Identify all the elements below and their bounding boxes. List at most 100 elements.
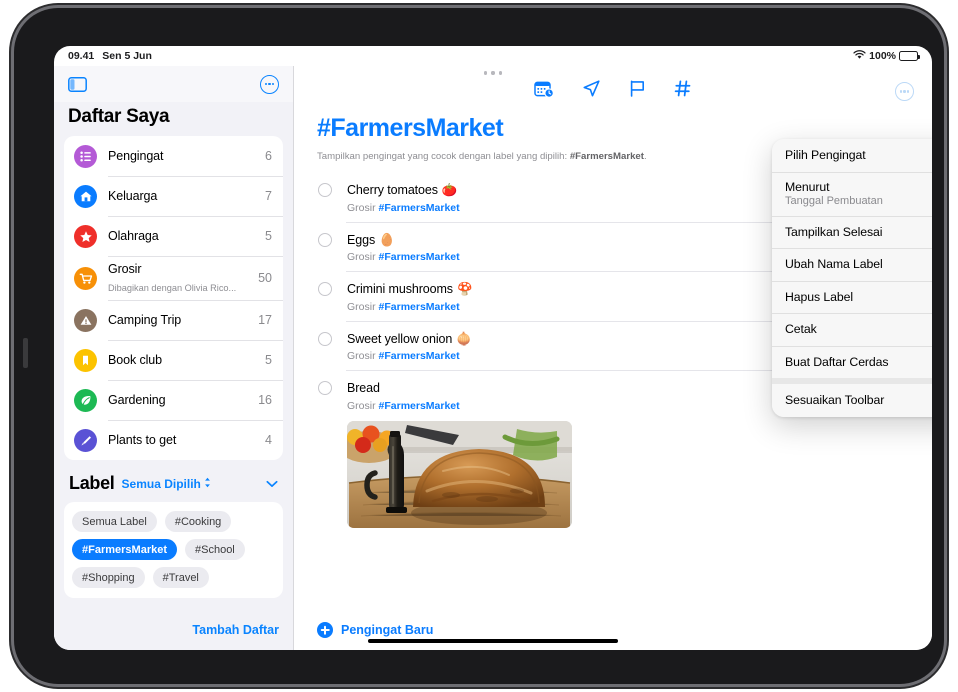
sidebar-item-keluarga[interactable]: Keluarga 7 bbox=[64, 176, 283, 216]
sidebar-item-olahraga[interactable]: Olahraga 5 bbox=[64, 216, 283, 256]
sidebar-item-label: Plants to get bbox=[108, 433, 177, 447]
reminder-checkbox[interactable] bbox=[318, 282, 332, 296]
status-bar-left: 09.41 Sen 5 Jun bbox=[68, 50, 152, 62]
menu-item-buat-daftar-cerdas[interactable]: Buat Daftar Cerdas bbox=[772, 345, 932, 378]
reminder-title: Crimini mushrooms 🍄 bbox=[347, 282, 473, 296]
chevron-down-icon[interactable] bbox=[266, 475, 278, 493]
detail-subtitle-suffix: . bbox=[643, 151, 647, 162]
reminder-title: Bread bbox=[347, 381, 384, 395]
menu-item-title: Cetak bbox=[785, 322, 817, 337]
reminder-tag: #FarmersMarket bbox=[378, 201, 460, 214]
menu-item-label: Pilih Pengingat bbox=[785, 148, 931, 162]
sidebar-item-label: Camping Trip bbox=[108, 313, 182, 327]
star-icon bbox=[74, 224, 97, 248]
sidebar-item-grosir[interactable]: Grosir Dibagikan dengan Olivia Rico... 5… bbox=[64, 256, 283, 300]
reminder-checkbox[interactable] bbox=[318, 232, 332, 247]
flag-icon[interactable] bbox=[629, 79, 646, 103]
tag-cooking[interactable]: #Cooking bbox=[164, 511, 232, 532]
label-tags-card: Semua Label #Cooking #FarmersMarket #Sch… bbox=[64, 502, 283, 598]
sidebar-scroll-area[interactable]: Daftar Saya Pengingat 6 Keluarga 7 Olahr… bbox=[54, 102, 293, 610]
tag-travel[interactable]: #Travel bbox=[152, 567, 209, 588]
new-reminder-label: Pengingat Baru bbox=[341, 623, 434, 637]
sidebar-item-plants-to-get[interactable]: Plants to get 4 bbox=[64, 420, 283, 460]
reminder-tag: #FarmersMarket bbox=[378, 300, 460, 313]
reminder-title: Sweet yellow onion 🧅 bbox=[347, 332, 472, 346]
lists-card: Pengingat 6 Keluarga 7 Olahraga 5 Grosir… bbox=[64, 136, 283, 460]
sidebar-item-gardening[interactable]: Gardening 16 bbox=[64, 380, 283, 420]
detail-more-button[interactable] bbox=[895, 82, 914, 101]
reminder-title-text: Crimini mushrooms bbox=[347, 282, 453, 296]
reminder-title-text: Sweet yellow onion bbox=[347, 331, 453, 346]
status-time: 09.41 bbox=[68, 50, 95, 62]
list-text: Gardening bbox=[108, 391, 252, 409]
menu-item-sesuaikan-toolbar[interactable]: Sesuaikan Toolbar bbox=[772, 384, 932, 417]
reminder-checkbox[interactable] bbox=[318, 183, 332, 197]
reminder-title: Eggs 🥚 bbox=[347, 233, 395, 247]
menu-item-subtitle: Tanggal Pembuatan bbox=[785, 195, 883, 207]
battery-icon bbox=[899, 51, 920, 61]
list-text: Book club bbox=[108, 351, 259, 369]
calendar-clock-icon[interactable] bbox=[533, 80, 554, 103]
sidebar-item-book-club[interactable]: Book club 5 bbox=[64, 340, 283, 380]
reminder-checkbox[interactable] bbox=[318, 381, 332, 395]
leaf-icon bbox=[74, 388, 97, 412]
menu-item-label: Menurut Tanggal Pembuatan bbox=[785, 180, 923, 207]
ipad-device-frame: 09.41 Sen 5 Jun 100% Daftar Saya Penging… bbox=[14, 8, 944, 684]
sidebar-item-label: Keluarga bbox=[108, 189, 158, 203]
list-text: Plants to get bbox=[108, 431, 259, 449]
menu-item-ubah-nama-label[interactable]: Ubah Nama Label bbox=[772, 248, 932, 281]
sidebar-item-label: Pengingat bbox=[108, 149, 164, 163]
split-divider bbox=[293, 66, 294, 650]
menu-item-menurut[interactable]: Menurut Tanggal Pembuatan › bbox=[772, 171, 932, 216]
reminder-list-name: Grosir bbox=[347, 300, 376, 313]
sidebar-item-count: 7 bbox=[265, 189, 272, 203]
menu-item-title: Sesuaikan Toolbar bbox=[785, 393, 885, 408]
sidebar-item-label: Book club bbox=[108, 353, 162, 367]
home-indicator[interactable] bbox=[368, 639, 618, 643]
tag-farmersmarket[interactable]: #FarmersMarket bbox=[72, 539, 177, 560]
label-selection-button[interactable]: Semua Dipilih bbox=[122, 477, 211, 491]
list-text: Camping Trip bbox=[108, 311, 252, 329]
plus-circle-icon bbox=[317, 622, 333, 638]
reminder-emoji: 🍅 bbox=[441, 183, 458, 197]
sidebar: Daftar Saya Pengingat 6 Keluarga 7 Olahr… bbox=[54, 66, 293, 650]
house-icon bbox=[74, 184, 97, 208]
sidebar-item-count: 5 bbox=[265, 353, 272, 367]
reminder-emoji: 🍄 bbox=[456, 282, 473, 296]
sidebar-item-label: Olahraga bbox=[108, 229, 159, 243]
multitask-handle-icon[interactable] bbox=[54, 67, 932, 79]
detail-footer: Pengingat Baru bbox=[293, 610, 932, 650]
sidebar-item-camping-trip[interactable]: Camping Trip 17 bbox=[64, 300, 283, 340]
reminder-title-text: Bread bbox=[347, 381, 380, 395]
volume-button[interactable] bbox=[23, 338, 28, 368]
reminder-checkbox[interactable] bbox=[318, 331, 332, 346]
reminder-list-name: Grosir bbox=[347, 350, 376, 362]
location-arrow-icon[interactable] bbox=[582, 79, 601, 103]
reminder-emoji: 🥚 bbox=[379, 232, 395, 247]
list-text: Olahraga bbox=[108, 227, 259, 245]
tag-shopping[interactable]: #Shopping bbox=[72, 567, 145, 588]
bookmark-icon bbox=[74, 348, 97, 372]
reminder-tag: #FarmersMarket bbox=[378, 251, 460, 263]
sidebar-item-pengingat[interactable]: Pengingat 6 bbox=[64, 136, 283, 176]
label-selection-text: Semua Dipilih bbox=[121, 476, 201, 491]
bread-loaf-photo[interactable] bbox=[347, 420, 572, 528]
sidebar-item-count: 4 bbox=[265, 433, 272, 447]
menu-item-cetak[interactable]: Cetak bbox=[772, 313, 932, 346]
sidebar-item-count: 17 bbox=[258, 313, 272, 327]
sidebar-item-count: 16 bbox=[258, 393, 272, 407]
tag-semua-label[interactable]: Semua Label bbox=[72, 511, 157, 532]
hashtag-icon[interactable] bbox=[674, 79, 692, 103]
new-reminder-button[interactable]: Pengingat Baru bbox=[317, 622, 433, 638]
menu-item-label: Sesuaikan Toolbar bbox=[785, 393, 931, 407]
menu-item-hapus-label[interactable]: Hapus Label bbox=[772, 280, 932, 313]
tag-school[interactable]: #School bbox=[185, 539, 245, 560]
list-text: Pengingat bbox=[108, 147, 259, 165]
sidebar-footer: Tambah Daftar bbox=[54, 610, 293, 650]
menu-item-pilih-pengingat[interactable]: Pilih Pengingat bbox=[772, 139, 932, 172]
up-down-chevron-icon bbox=[204, 477, 211, 491]
menu-item-label: Ubah Nama Label bbox=[785, 257, 931, 271]
menu-item-title: Tampilkan Selesai bbox=[785, 224, 883, 239]
add-list-button[interactable]: Tambah Daftar bbox=[192, 623, 279, 637]
menu-item-tampilkan-selesai[interactable]: Tampilkan Selesai bbox=[772, 215, 932, 248]
